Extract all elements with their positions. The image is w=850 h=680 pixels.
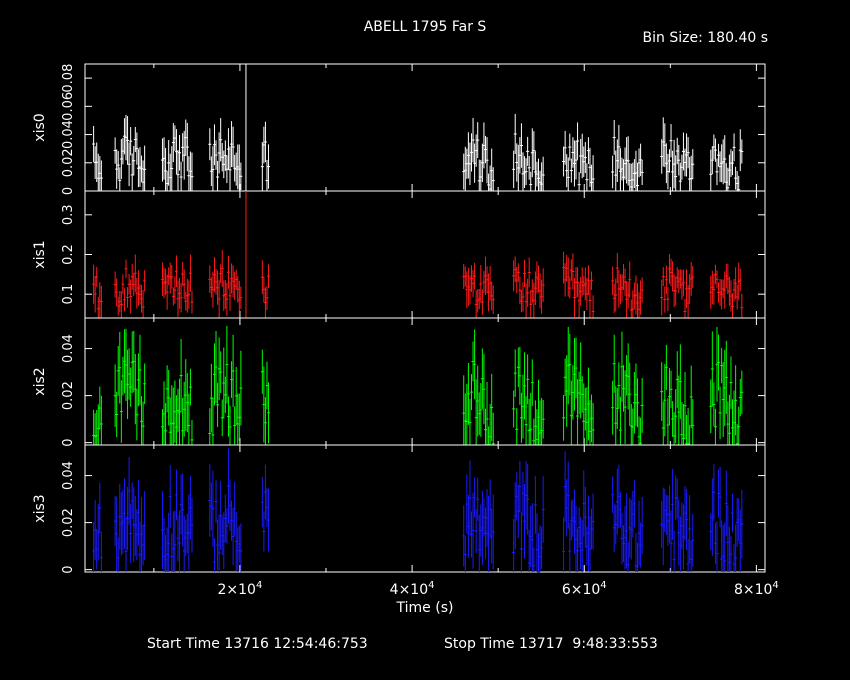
- y-tick-label-xis1: 0.1: [61, 284, 76, 305]
- y-tick-label-xis3: 0.02: [61, 508, 76, 537]
- y-tick-label-xis0: 0.02: [61, 148, 76, 177]
- y-tick-label-xis2: 0.02: [61, 381, 76, 410]
- x-tick-label: 8×104: [734, 580, 779, 598]
- y-tick-label-xis0: 0.04: [61, 120, 76, 149]
- y-tick-label-xis0: 0.06: [61, 92, 76, 121]
- light-curve-plot: 00.020.040.060.08xis00.10.20.3xis100.020…: [32, 63, 779, 616]
- stop-time-label: Stop Time 13717 9:48:33:553: [444, 636, 658, 652]
- y-tick-label-xis3: 0.04: [61, 461, 76, 490]
- start-time-label: Start Time 13716 12:54:46:753: [147, 636, 368, 652]
- y-tick-label-xis1: 0.3: [61, 204, 76, 225]
- y-tick-label-xis2: 0: [61, 439, 76, 447]
- x-tick-label: 2×104: [218, 580, 263, 598]
- panel-label-xis3: xis3: [32, 494, 48, 522]
- x-axis-label: Time (s): [396, 600, 454, 616]
- x-tick-label: 6×104: [562, 580, 607, 598]
- y-tick-label-xis0: 0.08: [61, 64, 76, 93]
- y-tick-label-xis2: 0.04: [61, 334, 76, 363]
- y-tick-label-xis0: 0: [61, 187, 76, 195]
- x-tick-label: 4×104: [390, 580, 435, 598]
- y-tick-label-xis3: 0: [61, 566, 76, 574]
- panel-label-xis0: xis0: [32, 113, 48, 141]
- panel-label-xis2: xis2: [32, 367, 48, 395]
- y-tick-label-xis1: 0.2: [61, 244, 76, 265]
- panel-label-xis1: xis1: [32, 240, 48, 268]
